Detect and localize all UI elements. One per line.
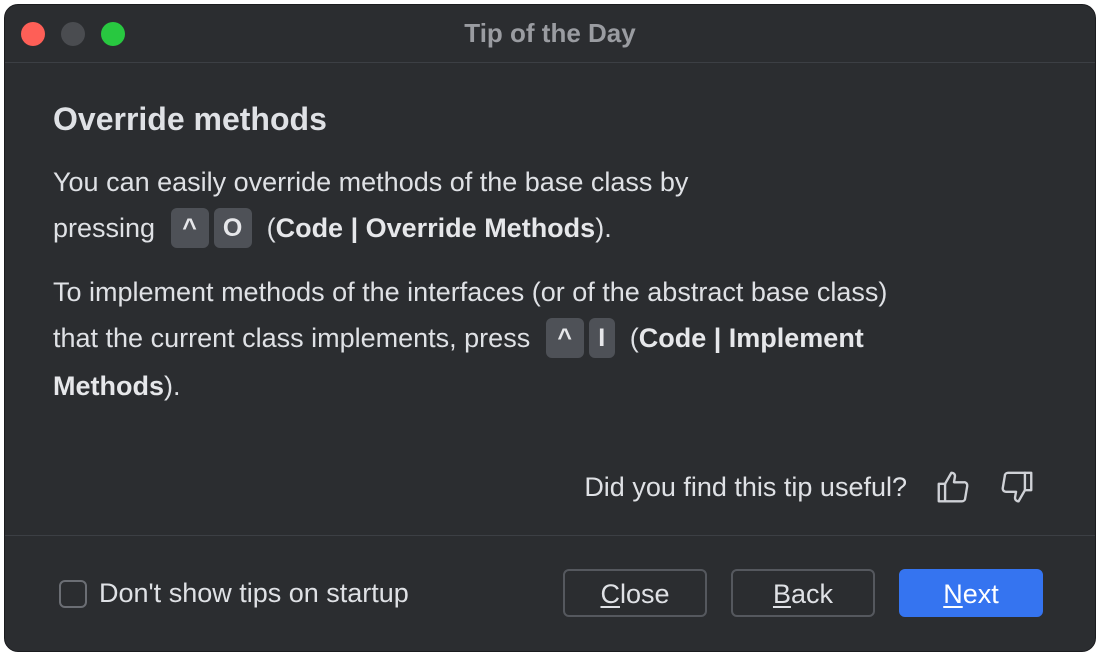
- paragraph-text: To implement methods of the interfaces (…: [53, 276, 888, 307]
- paragraph-text: that the current class implements, press: [53, 322, 531, 353]
- key-cap-i: I: [588, 317, 615, 358]
- key-cap-ctrl: ^: [545, 317, 584, 358]
- thumbs-up-icon[interactable]: [933, 467, 973, 507]
- paren: (: [629, 322, 639, 353]
- next-button[interactable]: Next: [899, 569, 1043, 617]
- thumbs-down-icon[interactable]: [997, 467, 1037, 507]
- back-label: ack: [790, 579, 834, 609]
- tip-paragraph-implement: To implement methods of the interfaces (…: [53, 269, 1033, 409]
- feedback-question: Did you find this tip useful?: [584, 471, 907, 502]
- paren: (: [266, 213, 276, 243]
- dont-show-tips-option[interactable]: Don't show tips on startup: [59, 578, 409, 609]
- menu-path: Methods: [53, 370, 164, 401]
- key-cap-ctrl: ^: [170, 207, 209, 248]
- key-cap-o: O: [213, 207, 252, 248]
- next-label: ext: [962, 579, 999, 609]
- tip-paragraph-override: You can easily override methods of the b…: [53, 159, 1033, 253]
- next-mnemonic: N: [943, 579, 963, 609]
- tip-feedback: Did you find this tip useful?: [584, 467, 1037, 507]
- close-mnemonic: C: [600, 579, 620, 609]
- shortcut-keys: ^ I: [545, 314, 620, 360]
- menu-path: Code | Implement: [638, 322, 864, 353]
- paragraph-text: pressing: [53, 213, 156, 243]
- paragraph-text: You can easily override methods of the b…: [53, 167, 689, 197]
- close-label: lose: [619, 579, 670, 609]
- close-button[interactable]: Close: [563, 569, 707, 617]
- tip-content: Override methods You can easily override…: [53, 63, 1033, 409]
- window-title: Tip of the Day: [464, 18, 636, 48]
- dont-show-tips-checkbox[interactable]: [59, 579, 87, 608]
- menu-path: Code | Override Methods: [275, 213, 596, 243]
- dialog-footer: Don't show tips on startup Close Back Ne…: [5, 535, 1095, 651]
- back-button[interactable]: Back: [731, 569, 875, 617]
- shortcut-keys: ^ O: [170, 204, 257, 250]
- back-mnemonic: B: [772, 579, 791, 609]
- paren: ).: [595, 213, 612, 243]
- dont-show-tips-label[interactable]: Don't show tips on startup: [99, 578, 409, 609]
- title-bar: Tip of the Day: [5, 5, 1095, 63]
- paren: ).: [164, 370, 181, 401]
- tip-title: Override methods: [53, 101, 327, 137]
- tip-of-the-day-dialog: Tip of the Day Override methods You can …: [4, 4, 1096, 652]
